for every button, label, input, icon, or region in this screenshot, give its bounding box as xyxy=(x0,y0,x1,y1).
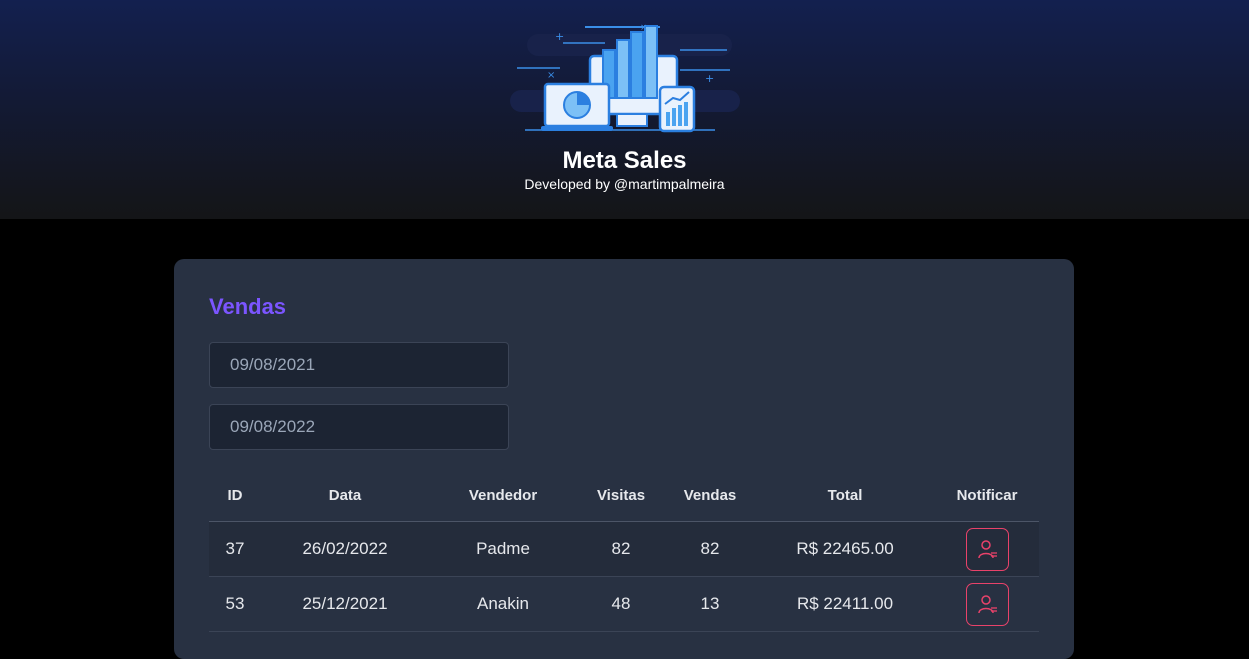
header-visits: Visitas xyxy=(577,469,665,522)
app-title: Meta Sales xyxy=(562,147,687,174)
cell-total: R$ 22465.00 xyxy=(755,521,935,577)
cell-notify xyxy=(935,576,1039,632)
cell-date: 26/02/2022 xyxy=(261,521,429,577)
table-header-row: ID Data Vendedor Visitas Vendas Total No… xyxy=(209,469,1039,522)
card-title: Vendas xyxy=(209,294,287,319)
cell-visits: 82 xyxy=(577,521,665,577)
svg-text:+: + xyxy=(705,72,714,85)
sales-table: ID Data Vendedor Visitas Vendas Total No… xyxy=(209,469,1039,632)
notify-button[interactable] xyxy=(965,527,1009,571)
app-subtitle: Developed by @martimpalmeira xyxy=(524,176,725,192)
min-date-input[interactable]: 09/08/2021 xyxy=(209,342,509,388)
notify-user-icon xyxy=(977,594,997,613)
table-row: 53 25/12/2021 Anakin 48 13 R$ 22411.00 xyxy=(209,576,1039,632)
header-sales: Vendas xyxy=(665,469,755,522)
sales-dashboard-logo: × × + + xyxy=(510,23,740,133)
svg-text:+: + xyxy=(555,30,564,43)
svg-text:×: × xyxy=(640,23,648,33)
cell-notify xyxy=(935,521,1039,577)
header-notify: Notificar xyxy=(935,469,1039,522)
app-header: × × + + Meta Sales Developed by @martimp… xyxy=(0,0,1249,219)
table-row: 37 26/02/2022 Padme 82 82 R$ 22465.00 xyxy=(209,521,1039,577)
notify-button[interactable] xyxy=(965,582,1009,626)
header-total: Total xyxy=(755,469,935,522)
header-date: Data xyxy=(261,469,429,522)
cell-seller: Anakin xyxy=(429,576,577,632)
max-date-input[interactable]: 09/08/2022 xyxy=(209,404,509,450)
cell-id: 53 xyxy=(209,576,261,632)
header-seller: Vendedor xyxy=(429,469,577,522)
cell-visits: 48 xyxy=(577,576,665,632)
cell-seller: Padme xyxy=(429,521,577,577)
notify-user-icon xyxy=(977,539,997,558)
cell-sales: 13 xyxy=(665,576,755,632)
cell-sales: 82 xyxy=(665,521,755,577)
cell-id: 37 xyxy=(209,521,261,577)
svg-text:×: × xyxy=(547,70,555,81)
cell-date: 25/12/2021 xyxy=(261,576,429,632)
cell-total: R$ 22411.00 xyxy=(755,576,935,632)
sales-card: Vendas 09/08/2021 09/08/2022 ID Data Ven… xyxy=(174,259,1074,659)
header-id: ID xyxy=(209,469,261,522)
